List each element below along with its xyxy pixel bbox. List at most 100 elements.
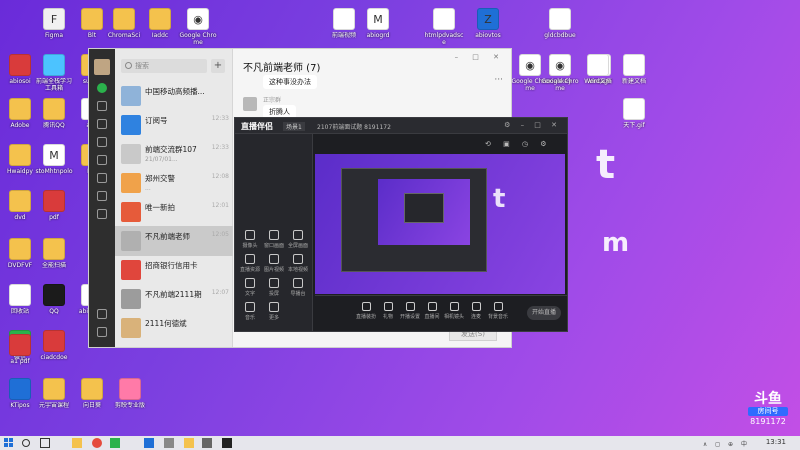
desktop-shortcut[interactable]: htmlpdvadsce [424,6,464,50]
stream-bottom-button[interactable]: 连麦 [465,302,487,320]
stream-preview[interactable]: t [315,154,565,294]
tool-label: 窗口画面 [263,243,284,249]
files-nav-icon[interactable] [97,137,107,147]
window-controls[interactable]: – □ ✕ [455,53,505,61]
desktop-shortcut[interactable]: 腾讯QQ [34,96,74,140]
conversation-avatar [121,144,141,164]
stream-bottom-button[interactable]: 背景音乐 [487,302,509,320]
conversation-item[interactable]: 不凡前端2111期 12:07 [115,284,233,314]
task-view-icon[interactable] [40,438,50,448]
contacts-nav-icon[interactable] [97,101,107,111]
add-chat-button[interactable]: + [211,59,225,73]
desktop-shortcut[interactable]: Mabiogrd [358,6,398,50]
desktop-shortcut[interactable]: a1 pdf [0,332,40,376]
tool-label: 投屏 [268,291,279,297]
conversation-item[interactable]: 前端交流群107 21/07/01... 12:33 [115,139,233,169]
stream-bottom-button[interactable]: 开播设置 [399,302,421,320]
shortcut-label: 元宇宙课程 [38,402,69,409]
conversation-item[interactable]: 2111何德斌 [115,313,233,343]
shortcut-icon [9,98,31,120]
stream-bottom-button[interactable]: 直播装扮 [355,302,377,320]
desktop-shortcut[interactable]: ChromaSci [104,6,144,50]
desktop-shortcut[interactable]: 剪映专业版 [110,376,150,420]
stream-tool-button[interactable]: 窗口画面 [263,230,285,249]
desktop-shortcut[interactable]: 向日葵 [72,376,112,420]
desktop-shortcut[interactable]: gldcbdbue [540,6,580,50]
search-nav-icon[interactable] [97,191,107,201]
shortcut-icon [9,190,31,212]
more-button[interactable]: ··· [494,75,503,85]
stream-tool-button[interactable]: 投屏 [263,278,285,297]
desktop-shortcut[interactable]: QQ [34,282,74,326]
conversation-item[interactable]: 郑州交警... 12:08 [115,168,233,198]
stream-bottom-button[interactable]: 相机镜头 [443,302,465,320]
conversation-item[interactable]: 订阅号 12:33 [115,110,233,140]
desktop-shortcut[interactable]: ciadcdoe [34,328,74,372]
app-taskbar-icon[interactable] [164,438,174,448]
stream-window-controls[interactable]: ⚙ – □ ✕ [504,121,561,129]
phone-nav-icon[interactable] [97,309,107,319]
wechat-taskbar-icon[interactable] [110,438,120,448]
folder-taskbar-icon[interactable] [184,438,194,448]
stream-tool-button[interactable]: 摄像头 [239,230,261,249]
stream-tool-button[interactable]: 文字 [239,278,261,297]
favorites-nav-icon[interactable] [97,119,107,129]
search-taskbar-icon[interactable] [22,439,30,447]
start-button[interactable] [4,438,14,448]
chrome-taskbar-icon[interactable] [92,438,102,448]
stream-bottom-button[interactable]: 礼物 [377,302,399,320]
conversation-item[interactable]: 不凡前端老师 12:05 [115,226,233,256]
conversation-item[interactable]: 招商银行信用卡 [115,255,233,285]
desktop-shortcut[interactable]: 天下.gif [614,96,654,140]
bottom-button-label: 相机镜头 [443,314,464,320]
menu-nav-icon[interactable] [97,327,107,337]
tool-label: 图片视频 [263,267,284,273]
conversation-item[interactable]: 唯一新拍 12:01 [115,197,233,227]
tool-label: 本地视频 [287,267,308,273]
stream-tool-button[interactable]: 音乐 [239,302,261,321]
miniprogram-nav-icon[interactable] [97,209,107,219]
shortcut-icon [9,144,31,166]
conversation-item[interactable]: 中国移动高频播... [115,81,233,111]
stream-tool-button[interactable]: 更多 [263,302,285,321]
bottom-button-label: 背景音乐 [487,314,508,320]
desktop-shortcut[interactable]: Zabiovtos [468,6,508,50]
stream-tool-button[interactable]: 全屏画面 [287,230,309,249]
stream-tool-button[interactable]: 直播资源 [239,254,261,273]
streaming-app-window[interactable]: 直播伴侣 场景1 2107前端面试题 8191172 ⚙ – □ ✕ 摄像头 窗口… [234,117,568,332]
stream-toolbar-icons[interactable]: ⟲ ▣ ◷ ⚙ [485,140,552,148]
chat-nav-icon[interactable] [97,83,107,93]
start-live-button[interactable]: 开始直播 [527,306,561,320]
desktop-shortcut[interactable]: 前端全栈学习工具箱 [34,52,74,96]
clock[interactable]: 13:31 [766,438,786,446]
desktop-shortcut[interactable]: 新建文档 [614,52,654,96]
vscode-taskbar-icon[interactable] [144,438,154,448]
moments-nav-icon[interactable] [97,155,107,165]
system-tray-icons[interactable]: ∧ ◻ ⊕ 中 [703,439,750,448]
douyu-watermark: 斗鱼 房间号 8191172 [744,392,792,426]
stream-taskbar-icon[interactable] [222,438,232,448]
stream-tool-button[interactable]: 本地视频 [287,254,309,273]
desktop-shortcut[interactable]: ◉ Google Chrome [178,6,218,50]
settings-taskbar-icon[interactable] [202,438,212,448]
conversation-time: 12:33 [211,144,229,151]
scene-tab[interactable]: 场景1 [283,122,305,131]
stream-bottom-button[interactable]: 直播间 [421,302,443,320]
desktop-shortcut[interactable]: pdf [34,188,74,232]
desktop-shortcut[interactable]: Iaddc [140,6,180,50]
desktop-shortcut[interactable]: F Figma [34,6,74,50]
desktop-shortcut[interactable]: ◉ Google Chrome [540,52,580,96]
stream-tool-button[interactable]: 图片视频 [263,254,285,273]
desktop-shortcut[interactable]: 全能扫描 [34,236,74,280]
desktop-shortcut[interactable]: Word文档 [578,52,618,96]
explorer-taskbar-icon[interactable] [72,438,82,448]
desktop-shortcut[interactable]: 元宇宙课程 [34,376,74,420]
search-input[interactable]: 搜索 [121,59,207,73]
shortcut-icon [43,98,65,120]
stream-tool-button[interactable]: 导播台 [287,278,309,297]
shortcut-label: abiovtos [475,32,501,39]
channels-nav-icon[interactable] [97,173,107,183]
desktop-shortcut[interactable]: MstoMhtnpolo [34,142,74,186]
user-avatar[interactable] [94,59,110,75]
conversation-avatar [121,231,141,251]
